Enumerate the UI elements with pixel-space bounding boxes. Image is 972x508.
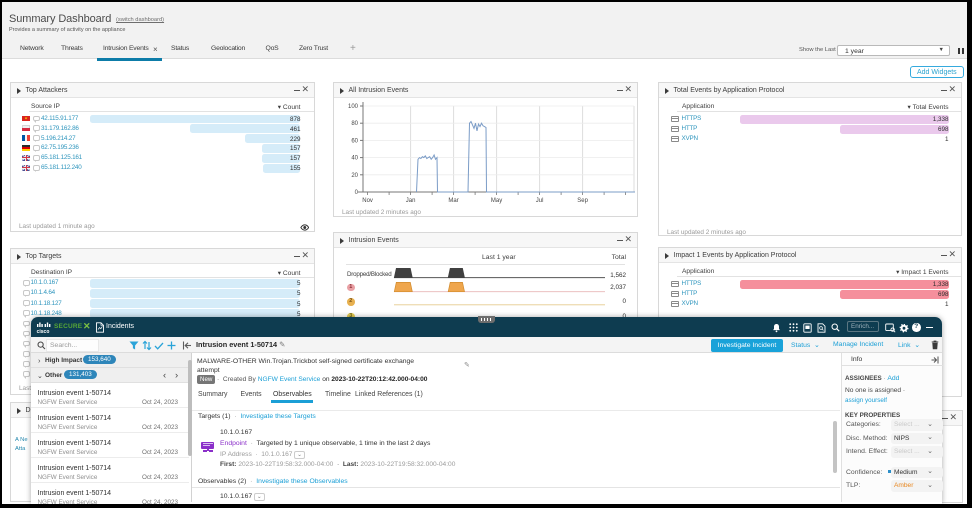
svg-text:40: 40	[351, 156, 358, 162]
svg-text:May: May	[491, 198, 502, 204]
svg-text:Jan: Jan	[406, 198, 416, 204]
svg-text:Jul: Jul	[536, 198, 544, 204]
svg-text:0: 0	[355, 190, 359, 196]
svg-text:80: 80	[351, 121, 358, 127]
svg-text:Nov: Nov	[362, 198, 373, 204]
svg-text:100: 100	[348, 104, 359, 110]
svg-text:Sep: Sep	[577, 198, 588, 204]
svg-text:Mar: Mar	[448, 198, 458, 204]
svg-text:60: 60	[351, 138, 358, 144]
svg-text:20: 20	[351, 173, 358, 179]
svg-text:cisco: cisco	[37, 329, 50, 334]
